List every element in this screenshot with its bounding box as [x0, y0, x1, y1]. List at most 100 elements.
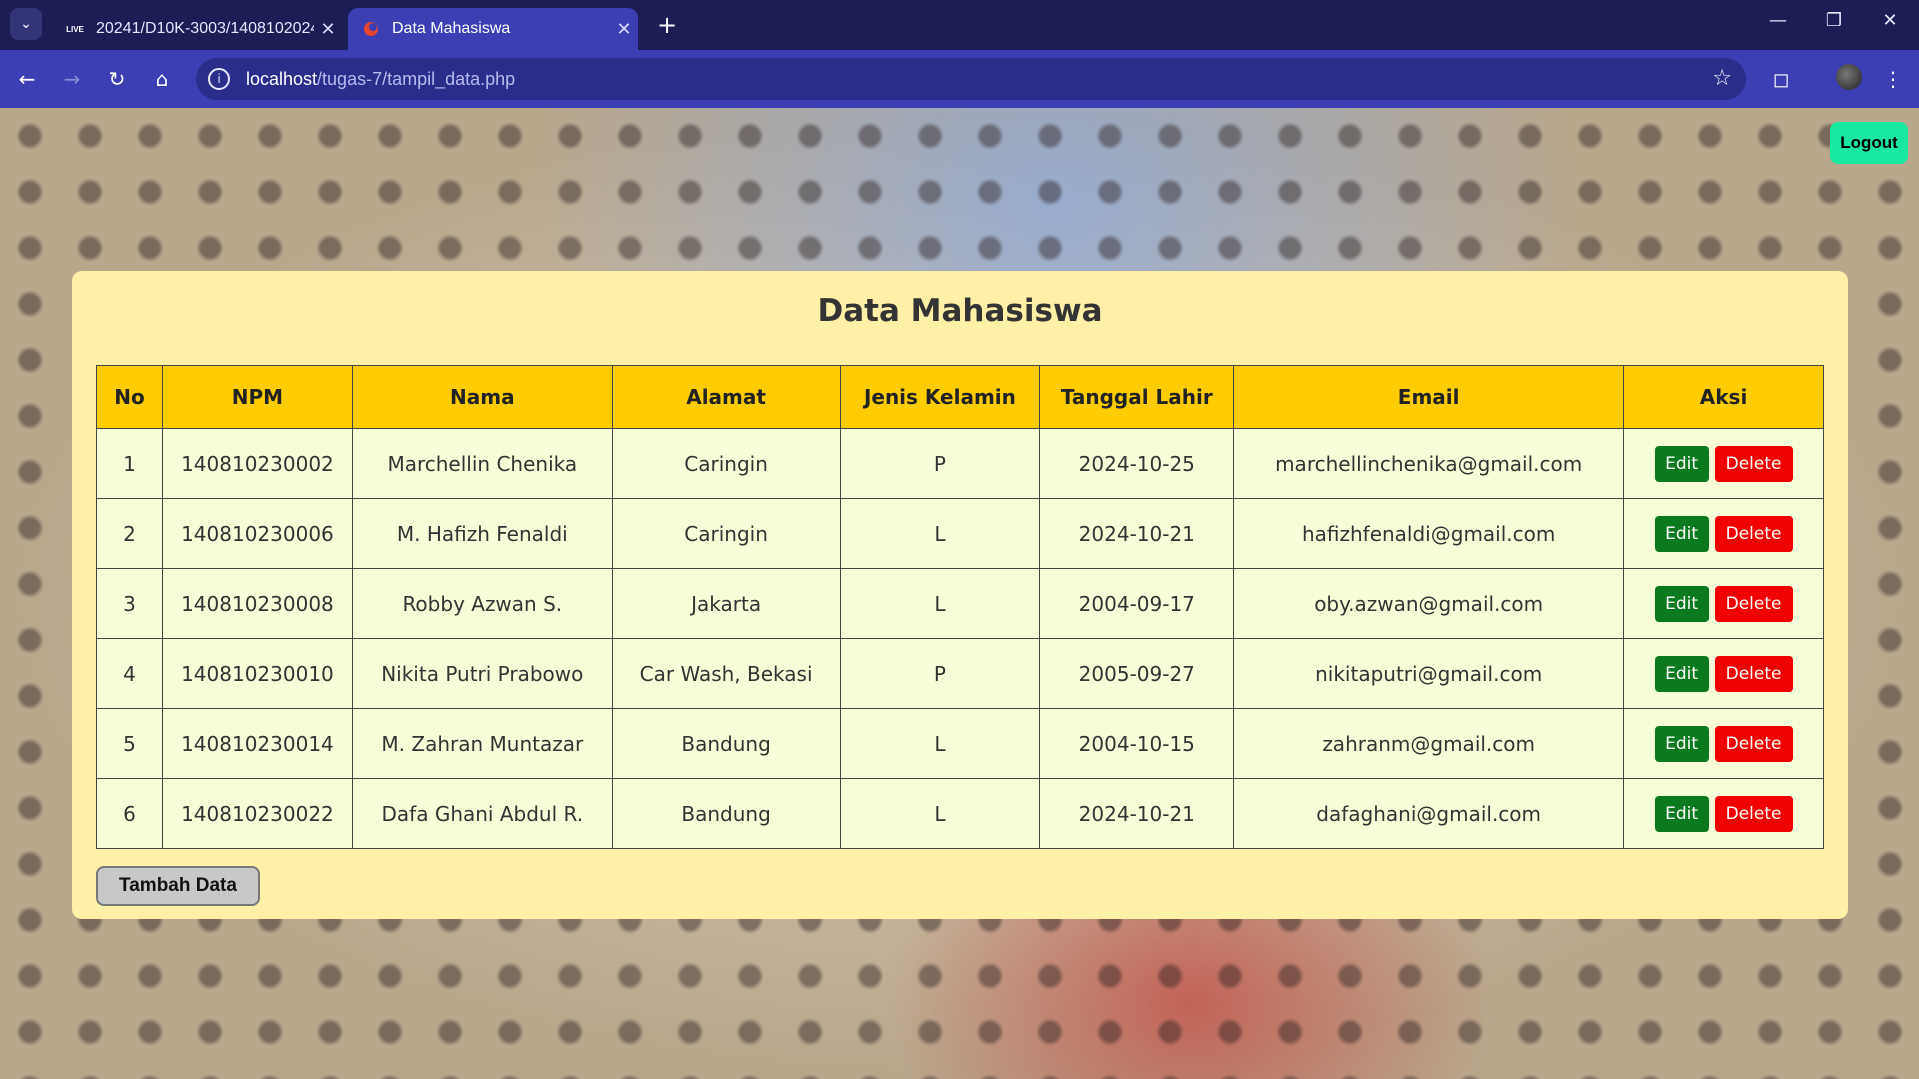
cell-no: 2 [96, 498, 163, 569]
browser-tab-inactive[interactable]: LIVE 20241/D10K-3003/1408102024 ✕ [52, 8, 342, 50]
cell-aksi: Edit Delete [1623, 708, 1824, 779]
edit-button[interactable]: Edit [1654, 655, 1709, 692]
cell-aksi: Edit Delete [1623, 568, 1824, 639]
home-icon[interactable]: ⌂ [147, 64, 177, 94]
delete-button[interactable]: Delete [1714, 585, 1793, 622]
delete-button[interactable]: Delete [1714, 445, 1793, 482]
cell-email: oby.azwan@gmail.com [1233, 568, 1625, 639]
browser-tab-active[interactable]: Data Mahasiswa ✕ [348, 8, 638, 50]
browser-menu-icon[interactable]: ⋮ [1878, 64, 1908, 94]
table-row: 5 140810230014 M. Zahran Muntazar Bandung L 2… [96, 708, 1824, 779]
cell-jenis-kelamin: P [839, 638, 1041, 709]
profile-avatar[interactable] [1836, 64, 1862, 90]
cell-no: 1 [96, 428, 163, 499]
column-header-alamat: Alamat [611, 365, 841, 429]
column-header-npm: NPM [161, 365, 353, 429]
edit-button[interactable]: Edit [1654, 515, 1709, 552]
cell-jenis-kelamin: L [839, 568, 1041, 639]
cell-nama: Marchellin Chenika [351, 428, 613, 499]
cell-tanggal-lahir: 2004-09-17 [1039, 568, 1235, 639]
cell-aksi: Edit Delete [1623, 428, 1824, 499]
close-tab-icon[interactable]: ✕ [314, 19, 342, 40]
column-header-tanggal-lahir: Tanggal Lahir [1039, 365, 1235, 429]
cell-no: 6 [96, 778, 163, 849]
cell-jenis-kelamin: L [839, 778, 1041, 849]
column-header-jenis-kelamin: Jenis Kelamin [839, 365, 1041, 429]
cell-aksi: Edit Delete [1623, 778, 1824, 849]
table-row: 4 140810230010 Nikita Putri Prabowo Car Was… [96, 638, 1824, 709]
column-header-nama: Nama [351, 365, 613, 429]
cell-aksi: Edit Delete [1623, 638, 1824, 709]
bookmark-star-icon[interactable]: ☆ [1712, 66, 1732, 91]
cell-nama: Dafa Ghani Abdul R. [351, 778, 613, 849]
cell-alamat: Caringin [611, 428, 841, 499]
cell-email: zahranm@gmail.com [1233, 708, 1625, 779]
cell-email: dafaghani@gmail.com [1233, 778, 1625, 849]
cell-npm: 140810230006 [161, 498, 353, 569]
cell-tanggal-lahir: 2005-09-27 [1039, 638, 1235, 709]
delete-button[interactable]: Delete [1714, 725, 1793, 762]
tab-search-chevron-icon[interactable]: ⌄ [10, 8, 42, 40]
cell-tanggal-lahir: 2024-10-25 [1039, 428, 1235, 499]
cell-alamat: Jakarta [611, 568, 841, 639]
tab-title: Data Mahasiswa [392, 20, 511, 37]
reload-icon[interactable]: ↻ [102, 64, 132, 94]
cell-no: 5 [96, 708, 163, 779]
table-row: 6 140810230022 Dafa Ghani Abdul R. Bandung L… [96, 778, 1824, 849]
delete-button[interactable]: Delete [1714, 795, 1793, 832]
address-bar[interactable]: i localhost/tugas-7/tampil_data.php ☆ [196, 58, 1746, 100]
cell-email: marchellinchenika@gmail.com [1233, 428, 1625, 499]
column-header-email: Email [1233, 365, 1625, 429]
cell-nama: Robby Azwan S. [351, 568, 613, 639]
url-text[interactable]: localhost/tugas-7/tampil_data.php [246, 69, 515, 90]
cell-alamat: Caringin [611, 498, 841, 569]
cell-no: 4 [96, 638, 163, 709]
cell-jenis-kelamin: P [839, 428, 1041, 499]
table-row: 1 140810230002 Marchellin Chenika Caringin P… [96, 428, 1824, 499]
cell-nama: M. Zahran Muntazar [351, 708, 613, 779]
tab-title: 20241/D10K-3003/1408102024 [96, 20, 314, 37]
close-tab-icon[interactable]: ✕ [610, 19, 638, 40]
logout-button[interactable]: Logout [1830, 122, 1908, 164]
url-host: localhost [246, 68, 318, 89]
table-row: 2 140810230006 M. Hafizh Fenaldi Caringin L 2… [96, 498, 1824, 569]
cell-npm: 140810230008 [161, 568, 353, 639]
minimize-icon[interactable]: — [1758, 10, 1798, 31]
data-card: Data Mahasiswa No NPM Nama Alamat Jenis … [72, 271, 1848, 919]
cell-tanggal-lahir: 2024-10-21 [1039, 778, 1235, 849]
table-row: 3 140810230008 Robby Azwan S. Jakarta L 2004-… [96, 568, 1824, 639]
cell-email: hafizhfenaldi@gmail.com [1233, 498, 1625, 569]
delete-button[interactable]: Delete [1714, 515, 1793, 552]
cell-alamat: Car Wash, Bekasi [611, 638, 841, 709]
edit-button[interactable]: Edit [1654, 445, 1709, 482]
back-icon[interactable]: ← [12, 64, 42, 94]
table-header-row: No NPM Nama Alamat Jenis Kelamin Tanggal… [96, 365, 1824, 429]
add-data-button[interactable]: Tambah Data [96, 866, 260, 906]
cell-aksi: Edit Delete [1623, 498, 1824, 569]
browser-toolbar: ← → ↻ ⌂ i localhost/tugas-7/tampil_data.… [0, 50, 1919, 108]
cell-nama: M. Hafizh Fenaldi [351, 498, 613, 569]
cell-jenis-kelamin: L [839, 498, 1041, 569]
edit-button[interactable]: Edit [1654, 795, 1709, 832]
forward-icon[interactable]: → [57, 64, 87, 94]
delete-button[interactable]: Delete [1714, 655, 1793, 692]
column-header-no: No [96, 365, 163, 429]
close-window-icon[interactable]: ✕ [1870, 10, 1910, 31]
page-favicon-icon [362, 20, 380, 38]
extensions-icon[interactable]: ◻ [1766, 64, 1796, 94]
site-info-icon[interactable]: i [208, 68, 230, 90]
cell-jenis-kelamin: L [839, 708, 1041, 779]
new-tab-icon[interactable]: + [652, 10, 682, 40]
edit-button[interactable]: Edit [1654, 725, 1709, 762]
cell-tanggal-lahir: 2004-10-15 [1039, 708, 1235, 779]
cell-npm: 140810230010 [161, 638, 353, 709]
page-viewport: Logout Data Mahasiswa No NPM Nama Alamat… [0, 108, 1919, 1079]
restore-icon[interactable]: ❐ [1814, 10, 1854, 31]
cell-nama: Nikita Putri Prabowo [351, 638, 613, 709]
cell-alamat: Bandung [611, 708, 841, 779]
cell-npm: 140810230014 [161, 708, 353, 779]
cell-alamat: Bandung [611, 778, 841, 849]
edit-button[interactable]: Edit [1654, 585, 1709, 622]
cell-npm: 140810230022 [161, 778, 353, 849]
cell-no: 3 [96, 568, 163, 639]
